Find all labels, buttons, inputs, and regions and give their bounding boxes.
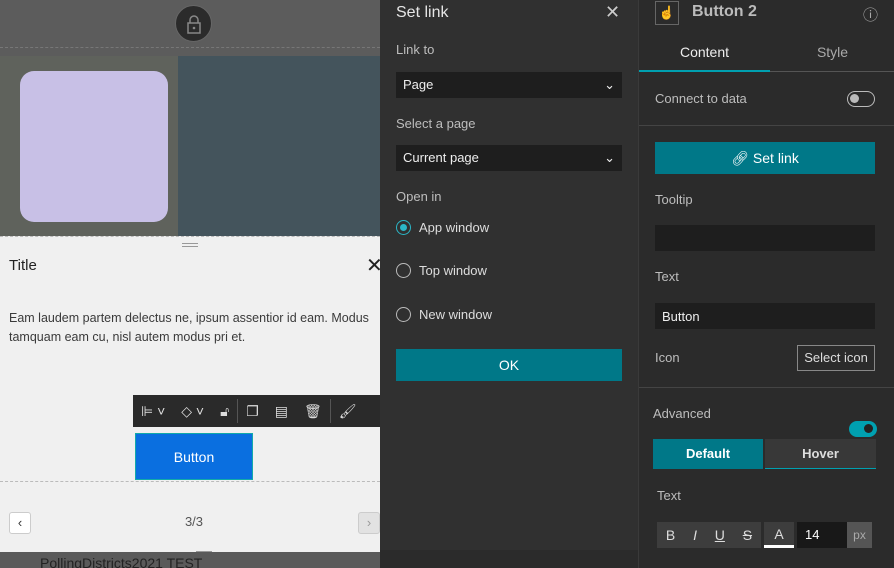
format-group: B I U S [657, 522, 761, 548]
lock-icon[interactable] [175, 5, 212, 42]
widget-body: Eam laudem partem delectus ne, ipsum ass… [9, 311, 369, 344]
radio-label: Top window [419, 263, 487, 278]
widget-name: Button 2 [692, 3, 757, 20]
map-water [178, 56, 380, 236]
tooltip-input[interactable] [655, 225, 875, 251]
unit-select[interactable]: px [847, 522, 872, 548]
edit-off-icon[interactable]: ▤ [267, 403, 296, 420]
align-icon[interactable]: ⊫ ˅ [133, 403, 173, 420]
widget-title: Title [9, 257, 37, 274]
radio-icon [396, 263, 411, 278]
radio-label: New window [419, 307, 492, 322]
divider [639, 387, 894, 388]
strike-button[interactable]: S [743, 527, 752, 543]
select-icon-button[interactable]: Select icon [797, 345, 875, 371]
icon-label: Icon [655, 350, 680, 365]
help-icon[interactable]: ⓘ [863, 4, 878, 25]
chevron-down-icon: ⌄ [604, 77, 615, 92]
text-style-label: Text [657, 488, 681, 503]
tab-style[interactable]: Style [770, 44, 894, 72]
page-select[interactable]: Current page ⌄ [396, 145, 622, 171]
layer-label: PollingDistricts2021 TEST [0, 552, 380, 568]
connect-toggle[interactable] [847, 91, 875, 107]
radio-new-window[interactable]: New window [396, 307, 492, 322]
settings-panel: ☝ Button 2 ⓘ Content Style Connect to da… [638, 0, 894, 568]
bold-button[interactable]: B [666, 527, 675, 543]
next-page-button[interactable]: › [358, 512, 380, 534]
set-link-label: Set link [752, 150, 799, 166]
text-input[interactable]: Button [655, 303, 875, 329]
close-icon[interactable]: ✕ [605, 2, 620, 23]
radio-app-window[interactable]: App window [396, 220, 489, 235]
italic-button[interactable]: I [693, 527, 697, 543]
divider [0, 481, 380, 482]
tab-content[interactable]: Content [639, 44, 770, 72]
link-icon: 🔗︎ [731, 149, 749, 166]
state-tab-default[interactable]: Default [653, 439, 763, 469]
advanced-toggle[interactable] [849, 421, 877, 437]
set-link-button[interactable]: 🔗︎ Set link [655, 142, 875, 174]
tooltip-label: Tooltip [655, 192, 693, 207]
advanced-label: Advanced [653, 406, 711, 421]
link-to-select[interactable]: Page ⌄ [396, 72, 622, 98]
radio-label: App window [419, 220, 490, 235]
chevron-down-icon: ⌄ [604, 150, 615, 165]
page-indicator: 3/3 [184, 514, 204, 529]
page-value: Current page [403, 150, 479, 165]
state-tab-hover[interactable]: Hover [765, 439, 876, 469]
text-label: Text [655, 269, 679, 284]
canvas[interactable]: Title ✕ Eam laudem partem delectus ne, i… [0, 0, 380, 568]
select-page-label: Select a page [396, 116, 476, 131]
set-link-panel: Set link ✕ Link to Page ⌄ Select a page C… [380, 0, 638, 550]
duplicate-icon[interactable]: ❐ [238, 403, 267, 420]
unlock-icon[interactable]: 🔓︎ [212, 403, 237, 420]
button-widget-icon: ☝ [655, 1, 679, 25]
font-size-input[interactable]: 14 [797, 522, 847, 548]
radio-icon [396, 307, 411, 322]
delete-icon[interactable]: 🗑︎ [296, 403, 330, 420]
connect-label: Connect to data [655, 91, 747, 106]
link-to-value: Page [403, 77, 434, 92]
widget-panel: Title ✕ Eam laudem partem delectus ne, i… [0, 236, 380, 555]
card-widget[interactable] [20, 71, 168, 222]
radio-top-window[interactable]: Top window [396, 263, 487, 278]
ok-button[interactable]: OK [396, 349, 622, 381]
resize-grip[interactable] [182, 243, 198, 247]
button-widget[interactable]: Button [135, 433, 253, 480]
panel-title: Set link [396, 4, 449, 21]
close-icon[interactable]: ✕ [366, 253, 380, 278]
layers-icon[interactable]: ◇ ˅ [173, 403, 212, 420]
underline-button[interactable]: U [715, 527, 725, 543]
radio-selected-icon [396, 220, 411, 235]
divider [639, 125, 894, 126]
link-to-label: Link to [396, 42, 435, 57]
font-color-button[interactable]: A [764, 522, 794, 548]
brush-icon[interactable]: 🖌︎ [331, 403, 365, 420]
widget-toolbar: ⊫ ˅ ◇ ˅ 🔓︎ ❐ ▤ 🗑︎ 🖌︎ [133, 395, 380, 427]
open-in-label: Open in [396, 189, 442, 204]
